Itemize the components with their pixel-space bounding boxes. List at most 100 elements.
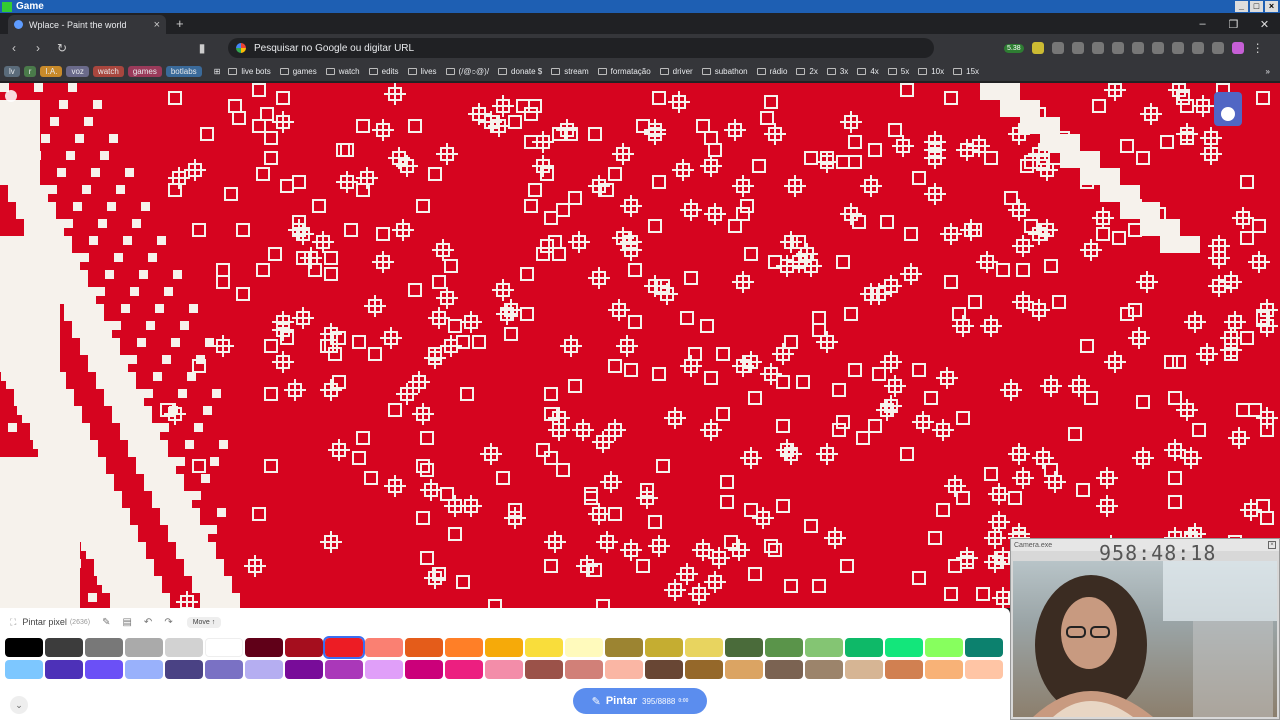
bookmark-item[interactable]: watch [325,67,360,77]
extension-icon[interactable] [1051,42,1064,54]
back-icon[interactable]: ‹ [4,41,24,55]
bookmark-item[interactable]: subathon [701,67,748,77]
forward-icon[interactable]: › [28,41,48,55]
color-swatch[interactable] [525,660,563,679]
bookmark-chip[interactable]: games [127,66,162,77]
bookmark-chip[interactable]: I.A. [40,66,63,77]
color-swatch[interactable] [285,660,323,679]
bookmark-item[interactable]: rádio [756,67,787,77]
minimize-icon[interactable]: – [1187,18,1218,31]
color-swatch[interactable] [725,660,763,679]
color-swatch[interactable] [565,638,603,657]
bookmark-item[interactable]: 5x [887,67,909,77]
color-swatch[interactable] [5,638,43,657]
zoom-icon[interactable] [5,90,17,102]
color-swatch[interactable] [725,638,763,657]
color-swatch[interactable] [805,638,843,657]
color-swatch[interactable] [365,660,403,679]
pin-icon[interactable]: ⛶ [10,617,16,628]
move-button[interactable]: Move ↑ [186,616,222,628]
bookmark-item[interactable]: driver [659,67,693,77]
color-swatch[interactable] [85,638,123,657]
bookmark-icon[interactable]: ▮ [192,41,212,55]
bookmark-chip[interactable]: voz [66,66,89,77]
color-swatch[interactable] [925,660,963,679]
extension-icon[interactable] [1091,42,1104,54]
bookmark-chip[interactable]: r [23,66,37,77]
color-swatch[interactable] [845,638,883,657]
bookmark-item[interactable]: formatação [597,67,651,77]
color-swatch[interactable] [925,638,963,657]
minimize-icon[interactable]: _ [1235,1,1248,12]
extension-icon[interactable] [1211,42,1224,54]
more-bookmarks-icon[interactable]: » [1266,67,1270,76]
color-swatch[interactable] [885,638,923,657]
color-swatch[interactable] [405,638,443,657]
color-swatch[interactable] [885,660,923,679]
color-swatch[interactable] [85,660,123,679]
color-swatch[interactable] [245,638,283,657]
color-swatch[interactable] [405,660,443,679]
color-swatch[interactable] [965,638,1003,657]
close-icon[interactable]: × [1268,541,1276,549]
extension-icon[interactable] [1131,42,1144,54]
bookmark-item[interactable]: stream [551,67,589,77]
bookmark-item[interactable]: edits [368,67,399,77]
bookmark-item[interactable]: lives [407,67,437,77]
color-swatch[interactable] [485,638,523,657]
save-icon[interactable]: ▤ [122,617,131,628]
reload-icon[interactable]: ↻ [52,41,72,55]
color-swatch[interactable] [45,638,83,657]
color-swatch[interactable] [965,660,1003,679]
bookmark-item[interactable]: donate $ [498,67,542,77]
color-swatch[interactable] [605,660,643,679]
color-swatch[interactable] [165,660,203,679]
color-swatch[interactable] [565,660,603,679]
bookmark-item[interactable]: live bots [228,67,271,77]
color-swatch[interactable] [5,660,43,679]
apps-icon[interactable]: ⊞ [214,67,221,76]
extension-icon[interactable] [1111,42,1124,54]
bookmark-chip[interactable]: botlabs [165,66,202,77]
bookmark-item[interactable]: 15x [953,67,979,77]
color-swatch[interactable] [805,660,843,679]
bookmark-item[interactable]: 3x [826,67,848,77]
color-swatch[interactable] [165,638,203,657]
new-tab-button[interactable]: + [176,16,184,31]
address-bar[interactable]: Pesquisar no Google ou digitar URL [228,38,934,58]
bookmark-item[interactable]: (/@೦@)/ [445,67,489,77]
close-icon[interactable]: ✕ [1249,18,1280,31]
color-swatch[interactable] [205,660,243,679]
extension-icon[interactable] [1071,42,1084,54]
os-window-controls[interactable]: _ □ × [1235,1,1280,12]
color-swatch[interactable] [525,638,563,657]
color-swatch[interactable] [765,638,803,657]
bookmark-item[interactable]: 10x [918,67,944,77]
bookmark-chip[interactable]: lv [4,66,20,77]
redo-icon[interactable]: ↷ [164,617,172,628]
map-button[interactable] [1214,92,1242,126]
color-swatch[interactable] [445,660,483,679]
extension-icon[interactable] [1171,42,1184,54]
collapse-icon[interactable]: ⌄ [10,696,28,714]
menu-icon[interactable]: ⋮ [1248,41,1268,55]
close-icon[interactable]: × [1265,1,1278,12]
tab-wplace[interactable]: Wplace - Paint the world × [8,15,166,34]
color-swatch[interactable] [645,638,683,657]
color-swatch[interactable] [685,638,723,657]
bookmark-item[interactable]: 2x [796,67,818,77]
bookmark-chip[interactable]: watch [92,66,124,77]
extension-icon[interactable] [1191,42,1204,54]
color-swatch[interactable] [365,638,403,657]
paint-button[interactable]: ✎ Pintar 395/8888 0:00 [573,688,707,714]
color-swatch[interactable] [325,660,363,679]
pixel-canvas[interactable] [0,83,1280,608]
color-swatch[interactable] [205,638,243,657]
color-swatch[interactable] [323,636,365,659]
bookmark-item[interactable]: 4x [857,67,879,77]
profile-icon[interactable] [1231,42,1244,54]
color-swatch[interactable] [845,660,883,679]
color-swatch[interactable] [445,638,483,657]
color-swatch[interactable] [645,660,683,679]
color-swatch[interactable] [685,660,723,679]
